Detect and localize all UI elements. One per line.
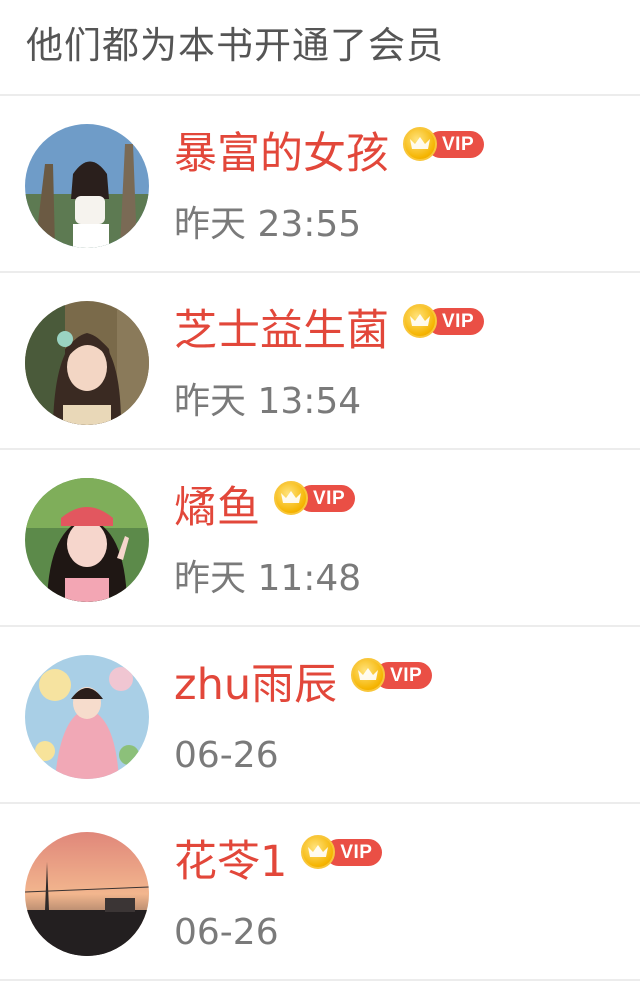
- avatar[interactable]: [25, 655, 149, 779]
- member-time: 06-26: [174, 735, 279, 776]
- avatar[interactable]: [25, 124, 149, 248]
- list-item[interactable]: 暴富的女孩 VIP 昨天 23:55: [0, 96, 640, 273]
- list-item[interactable]: 花苓1 VIP 06-26: [0, 804, 640, 981]
- crown-icon: [403, 127, 437, 161]
- vip-badge: VIP: [301, 835, 383, 869]
- crown-icon: [351, 658, 386, 692]
- avatar[interactable]: [25, 832, 149, 956]
- list-item[interactable]: 燏鱼 VIP 昨天 11:48: [0, 450, 640, 627]
- member-name[interactable]: zhu雨辰: [174, 657, 337, 713]
- member-name[interactable]: 花苓1: [174, 834, 287, 890]
- member-list: 暴富的女孩 VIP 昨天 23:55 芝士益生菌 VIP 昨天 13:54 燏鱼…: [0, 96, 640, 981]
- page-title: 他们都为本书开通了会员: [26, 24, 444, 67]
- member-name[interactable]: 芝士益生菌: [174, 303, 389, 359]
- vip-badge: VIP: [351, 658, 433, 692]
- member-time: 昨天 11:48: [174, 558, 362, 599]
- crown-icon: [403, 304, 437, 338]
- header: 他们都为本书开通了会员: [0, 0, 640, 96]
- member-time: 昨天 13:54: [174, 381, 362, 422]
- vip-badge: VIP: [403, 304, 485, 338]
- list-item[interactable]: zhu雨辰 VIP 06-26: [0, 627, 640, 804]
- member-name[interactable]: 暴富的女孩: [174, 126, 389, 182]
- vip-badge: VIP: [403, 127, 485, 161]
- vip-badge: VIP: [274, 481, 356, 515]
- avatar[interactable]: [25, 301, 149, 425]
- list-item[interactable]: 芝士益生菌 VIP 昨天 13:54: [0, 273, 640, 450]
- member-time: 06-26: [174, 912, 279, 953]
- crown-icon: [301, 835, 336, 869]
- member-time: 昨天 23:55: [174, 204, 362, 245]
- member-name[interactable]: 燏鱼: [174, 480, 260, 536]
- avatar[interactable]: [25, 478, 149, 602]
- crown-icon: [274, 481, 308, 515]
